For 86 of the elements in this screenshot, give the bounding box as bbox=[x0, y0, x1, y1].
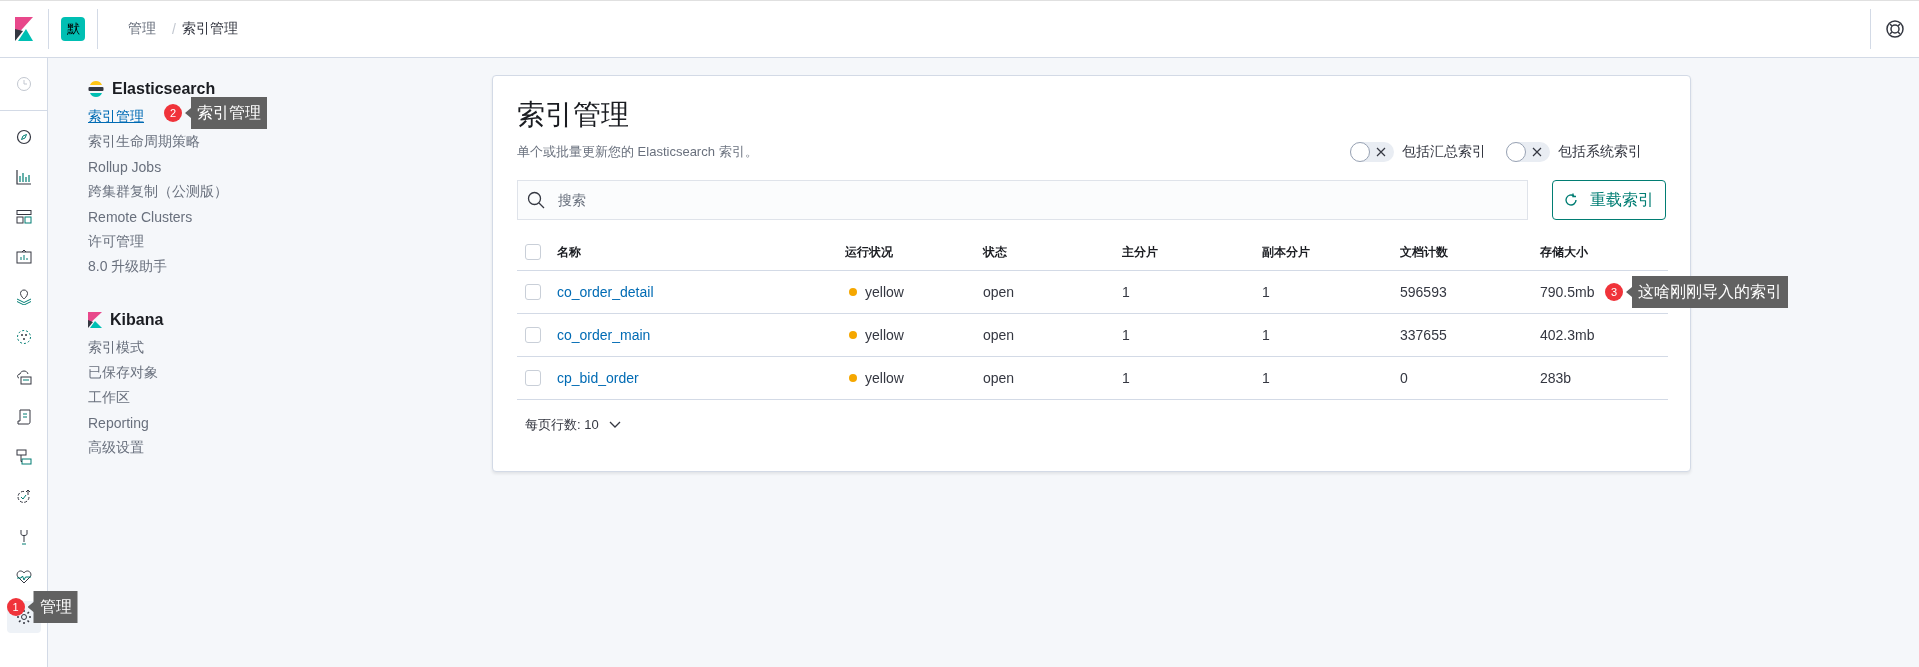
nav-link[interactable]: 跨集群复制（公测版） bbox=[88, 182, 228, 201]
toggle-label: 包括汇总索引 bbox=[1402, 143, 1486, 161]
table-cell: 1 bbox=[1262, 327, 1270, 343]
table-cell: 1 bbox=[1122, 327, 1130, 343]
page-title: 索引管理 bbox=[517, 98, 630, 132]
table-cell: 0 bbox=[1400, 370, 1408, 386]
dotted-circle-icon bbox=[15, 329, 32, 345]
toggle-label: 包括系统索引 bbox=[1558, 143, 1642, 161]
table-cell: open bbox=[983, 327, 1015, 343]
nav-link[interactable]: 8.0 升级助手 bbox=[88, 257, 168, 276]
nav-link[interactable]: 许可管理 bbox=[88, 232, 144, 251]
breadcrumb[interactable]: 管理 bbox=[128, 20, 156, 38]
table-cell: 337655 bbox=[1400, 327, 1447, 343]
heartbeat-icon bbox=[15, 569, 32, 585]
cross-icon bbox=[1376, 147, 1386, 157]
table-cell: 1 bbox=[1122, 284, 1130, 300]
elasticsearch-logo-icon bbox=[88, 81, 104, 97]
check-arrow-icon bbox=[15, 489, 32, 505]
callout-tooltip: 管理 bbox=[27, 591, 78, 623]
column-header[interactable]: 主分片 bbox=[1122, 243, 1158, 261]
table-cell: yellow bbox=[865, 370, 904, 386]
space-avatar[interactable]: 默 bbox=[61, 17, 85, 41]
breadcrumb-separator: / bbox=[172, 21, 176, 37]
chevron-down-icon bbox=[608, 421, 621, 429]
table-cell: yellow bbox=[865, 284, 904, 300]
nav-link[interactable]: 已保存对象 bbox=[88, 363, 158, 382]
clock-icon bbox=[15, 76, 32, 92]
column-header[interactable]: 运行状况 bbox=[845, 243, 893, 261]
column-header[interactable]: 状态 bbox=[983, 243, 1007, 261]
nav-link[interactable]: 索引模式 bbox=[88, 338, 144, 357]
table-cell: 790.5mb bbox=[1540, 284, 1595, 300]
select-all-checkbox[interactable] bbox=[525, 244, 541, 260]
row-checkbox[interactable] bbox=[525, 370, 541, 386]
nav-link[interactable]: Rollup Jobs bbox=[88, 158, 162, 175]
column-header[interactable]: 文档计数 bbox=[1400, 243, 1448, 261]
table-cell: 596593 bbox=[1400, 284, 1447, 300]
table-cell: 1 bbox=[1262, 284, 1270, 300]
index-name-link[interactable]: co_order_detail bbox=[557, 284, 654, 300]
number-badge: 1 bbox=[6, 598, 25, 616]
toggle-switch[interactable] bbox=[1350, 142, 1394, 162]
section-title: Elasticsearch bbox=[112, 80, 216, 98]
rows-per-page-button[interactable]: 每页行数: 10 bbox=[517, 416, 621, 434]
row-checkbox[interactable] bbox=[525, 284, 541, 300]
lifebuoy-icon bbox=[1886, 20, 1904, 38]
number-badge: 3 bbox=[1605, 283, 1623, 301]
nav-link[interactable]: 高级设置 bbox=[88, 438, 144, 457]
callout-tooltip: 这啥刚刚导入的索引 bbox=[1626, 276, 1788, 308]
column-header[interactable]: 存储大小 bbox=[1540, 243, 1588, 261]
row-checkbox[interactable] bbox=[525, 327, 541, 343]
scroll-icon bbox=[15, 409, 32, 425]
diagram-icon bbox=[15, 449, 32, 465]
table-cell: 402.3mb bbox=[1540, 327, 1595, 343]
index-name-link[interactable]: co_order_main bbox=[557, 327, 651, 343]
table-cell: open bbox=[983, 370, 1015, 386]
cloud-icon bbox=[15, 369, 32, 385]
layout-icon bbox=[15, 209, 32, 225]
nav-link[interactable]: 索引管理 bbox=[88, 107, 144, 126]
column-header[interactable]: 名称 bbox=[557, 243, 581, 261]
map-pin-icon bbox=[15, 289, 32, 305]
nav-link[interactable]: 索引生命周期策略 bbox=[88, 132, 200, 151]
table-cell: 1 bbox=[1122, 370, 1130, 386]
page-description: 单个或批量更新您的 Elasticsearch 索引。 bbox=[517, 143, 758, 161]
breadcrumb: 索引管理 bbox=[181, 20, 238, 38]
table-cell: open bbox=[983, 284, 1015, 300]
kibana-logo-icon bbox=[15, 17, 33, 41]
table-cell: 1 bbox=[1262, 370, 1270, 386]
nav-link[interactable]: Remote Clusters bbox=[88, 208, 193, 225]
table-cell: 283b bbox=[1540, 370, 1572, 386]
nav-link[interactable]: 工作区 bbox=[88, 388, 130, 407]
reload-button[interactable]: 重载索引 bbox=[1552, 180, 1666, 220]
nav-link[interactable]: Reporting bbox=[88, 414, 149, 431]
index-name-link[interactable]: cp_bid_order bbox=[557, 370, 639, 386]
table-cell: yellow bbox=[865, 327, 904, 343]
easel-icon bbox=[15, 249, 32, 265]
chart-icon bbox=[15, 169, 32, 185]
column-header[interactable]: 副本分片 bbox=[1262, 243, 1310, 261]
kibana-logo-icon bbox=[88, 312, 102, 328]
search-field[interactable]: 搜索 bbox=[517, 180, 1528, 220]
toggle-switch[interactable] bbox=[1506, 142, 1550, 162]
search-icon bbox=[527, 191, 545, 209]
refresh-icon bbox=[1564, 193, 1578, 207]
cross-icon bbox=[1532, 147, 1542, 157]
callout-tooltip: 索引管理 bbox=[185, 97, 267, 129]
section-title: Kibana bbox=[110, 311, 164, 329]
compass-icon bbox=[15, 129, 32, 145]
number-badge: 2 bbox=[164, 104, 182, 122]
